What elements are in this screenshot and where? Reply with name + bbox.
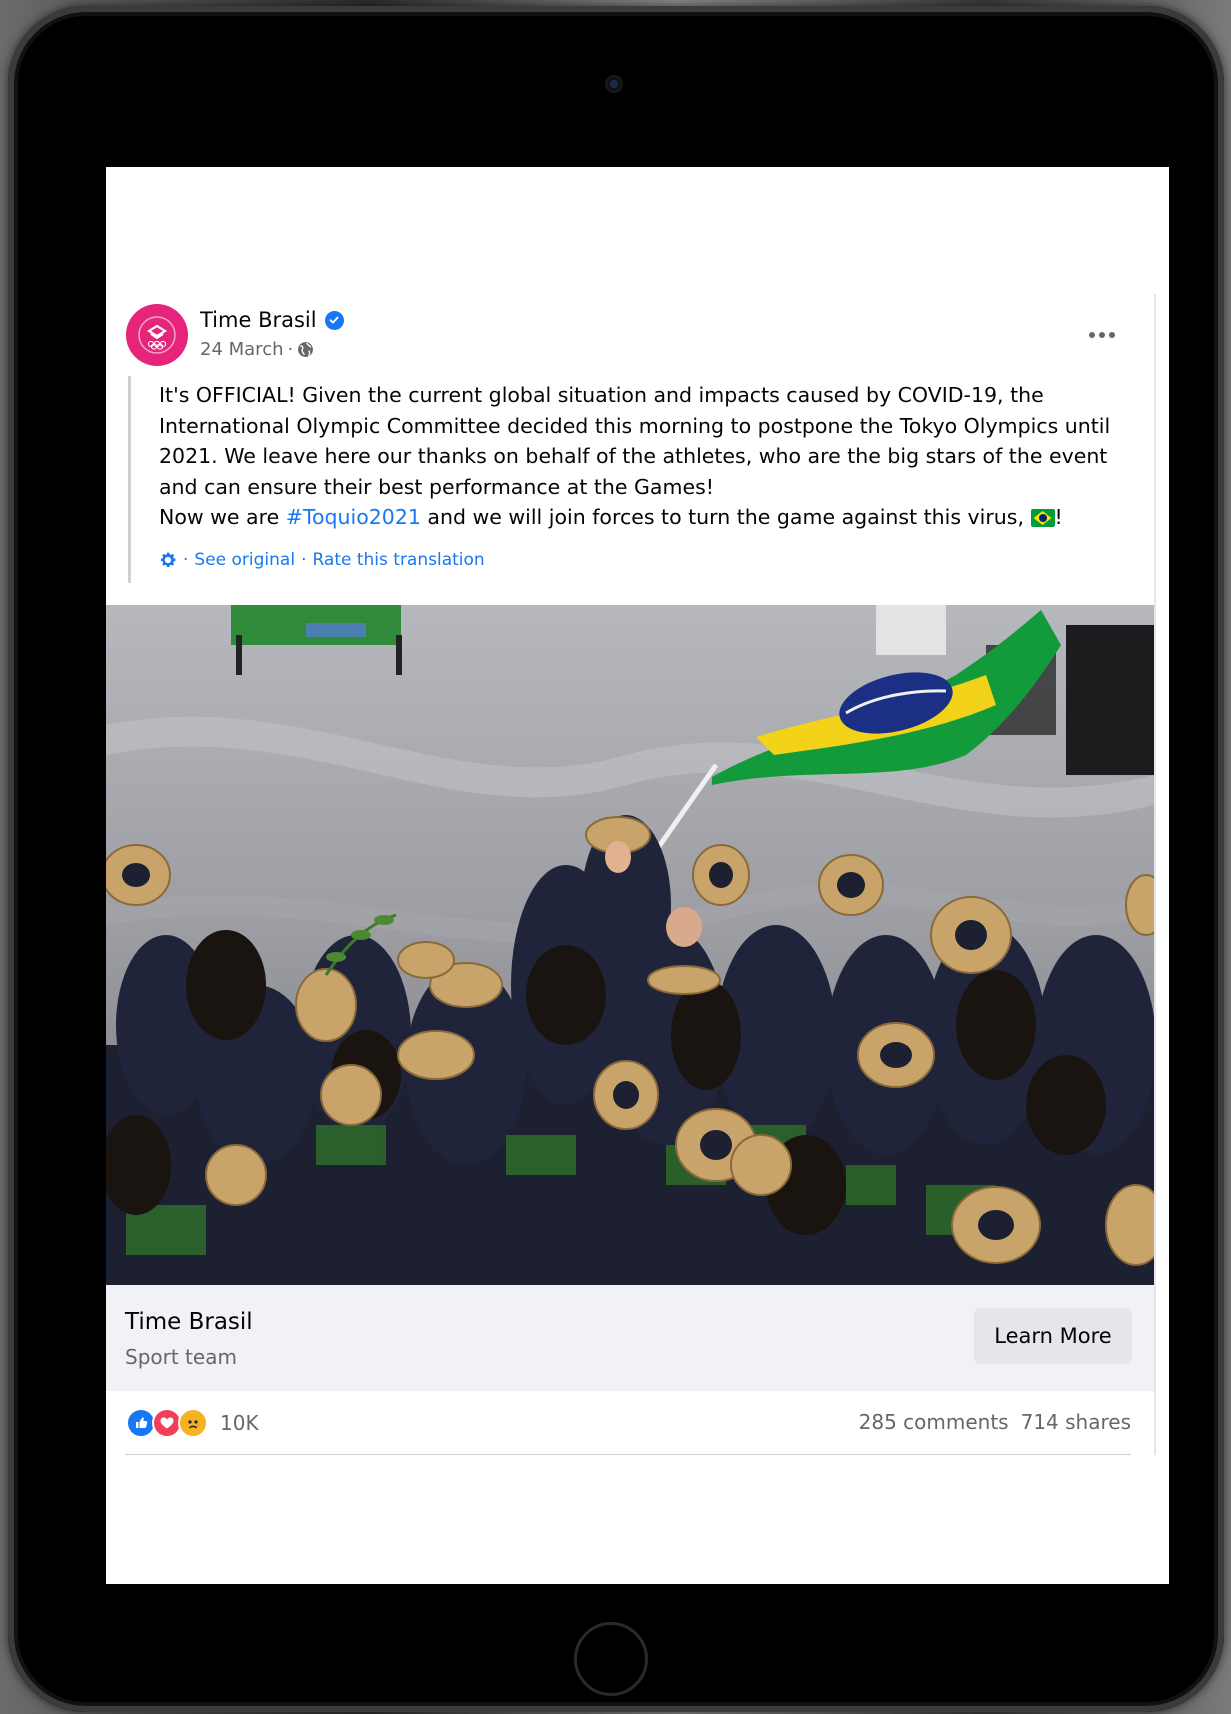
reactions-summary[interactable]: 10K [126,1407,259,1438]
post-stats: 10K 285 comments 714 shares [106,1391,1154,1455]
camera-icon [605,75,623,93]
team-parade-photo [106,604,1154,1285]
post-text-line: It's OFFICIAL! Given the current global … [159,383,1044,407]
gear-icon[interactable] [159,551,177,569]
avatar[interactable] [126,304,188,366]
globe-icon [298,342,314,357]
divider [125,1453,1131,1455]
post-text-line: International Olympic Committee decided … [159,413,1111,438]
olympic-team-logo-icon [138,316,176,354]
engagement-counts: 285 comments 714 shares [859,1410,1131,1434]
post-photo[interactable] [106,604,1154,1285]
link-preview-footer[interactable]: Time Brasil Sport team Learn More [106,1284,1154,1391]
page-name: Time Brasil [200,308,317,332]
post-body: It's OFFICIAL! Given the current global … [128,376,1154,583]
more-options-icon[interactable] [1082,320,1122,350]
home-button[interactable] [574,1622,648,1696]
learn-more-button[interactable]: Learn More [974,1307,1132,1364]
see-original-link[interactable]: See original [194,550,295,570]
post-text-line: and can ensure their best performance at… [159,474,714,499]
post-text-line: 2021. We leave here our thanks on behalf… [159,444,1108,468]
page-name-link[interactable]: Time Brasil [200,308,344,332]
meta-separator: · [287,339,294,360]
verified-badge-icon [324,310,344,330]
post-text-line-end: ! [1054,505,1063,529]
link-title: Time Brasil [125,1308,253,1335]
post-text-line-suffix: and we will join forces to turn the game… [420,505,1024,529]
shares-count-link[interactable]: 714 shares [1021,1410,1131,1434]
tablet-frame: Time Brasil 24 March · It's OFFICIAL! Gi… [8,6,1224,1712]
post-text-line-prefix: Now we are [159,505,286,529]
translation-separator: · [183,549,189,570]
reaction-count: 10K [220,1410,259,1435]
facebook-post: Time Brasil 24 March · It's OFFICIAL! Gi… [106,294,1156,1455]
brazil-flag-icon [1030,509,1055,527]
comments-count-link[interactable]: 285 comments [859,1410,1009,1434]
translation-separator: · [301,549,307,570]
hashtag-link[interactable]: #Toquio2021 [286,505,421,529]
screen: Time Brasil 24 March · It's OFFICIAL! Gi… [90,163,1170,1586]
rate-translation-link[interactable]: Rate this translation [312,550,484,570]
facebook-feed: Time Brasil 24 March · It's OFFICIAL! Gi… [106,167,1169,1584]
translation-row: · See original · Rate this translation [159,545,1134,575]
post-text: It's OFFICIAL! Given the current global … [159,376,1134,533]
post-meta: 24 March · [200,339,314,360]
link-subtitle: Sport team [125,1344,237,1369]
post-header: Time Brasil 24 March · [106,294,1154,376]
post-date[interactable]: 24 March [200,339,284,360]
sad-reaction-icon [178,1407,208,1438]
